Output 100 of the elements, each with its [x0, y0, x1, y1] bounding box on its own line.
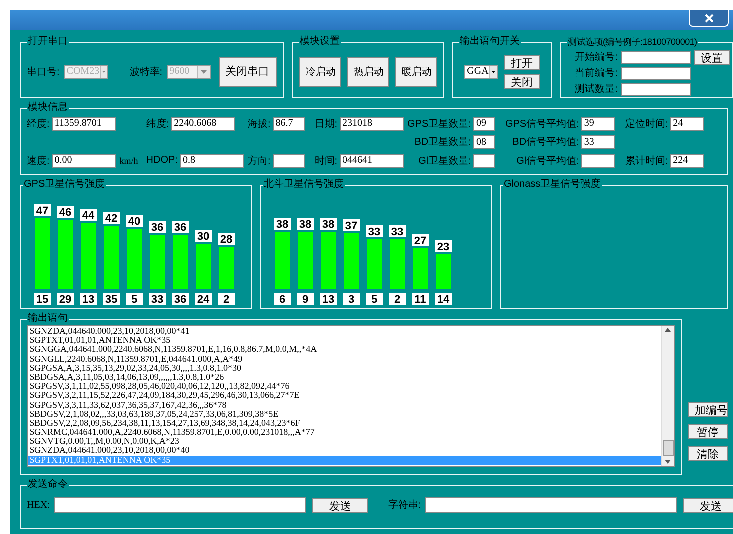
caret-icon — [100, 66, 107, 78]
input-field[interactable] — [621, 82, 691, 96]
caret-icon — [196, 66, 210, 78]
toggle-button[interactable]: 打开 — [504, 54, 540, 70]
start-button[interactable]: 暖启动 — [395, 56, 438, 86]
value-field[interactable]: 2240.6068 — [171, 116, 236, 130]
satellite-label: 9 — [297, 293, 314, 306]
x-tick-label: 2 — [394, 294, 401, 306]
scrollbar[interactable] — [661, 326, 674, 466]
field-label: 速度: — [27, 154, 50, 168]
value-label: 38 — [320, 218, 337, 231]
signal-bar — [196, 244, 211, 289]
value-label: 33 — [366, 226, 383, 238]
log-line[interactable]: $GNRMC,044641.000,A,2240.6068,N,11359.8701,E,0.00,0.00,231018,,,A*77 — [28, 428, 661, 438]
log-line[interactable]: $GNGLL,2240.6068,N,11359.8701,E,044641.000,A,A*49 — [28, 354, 661, 364]
field-label: 日期: — [314, 118, 338, 130]
x-tick-label: 5 — [371, 294, 378, 306]
value-label: 28 — [218, 233, 235, 246]
signal-bar — [219, 247, 234, 289]
start-button[interactable]: 冷启动 — [299, 56, 342, 86]
sentence-dropdown[interactable]: GGA — [464, 64, 498, 78]
log-button[interactable]: 清除 — [688, 446, 728, 461]
log-line[interactable]: $GPTXT,01,01,01,ANTENNA OK*35 — [28, 336, 661, 346]
value-field[interactable]: 09 — [473, 116, 496, 130]
value-field[interactable]: 39 — [581, 116, 616, 130]
value-label: 40 — [126, 215, 143, 228]
value-field[interactable] — [581, 154, 616, 168]
set-button[interactable]: 设置 — [694, 50, 730, 65]
field-label: GPS信号平均值: — [505, 118, 580, 130]
satellite-label: 35 — [103, 293, 120, 306]
field-label: Gl卫星数量: — [418, 154, 472, 168]
field-label: 测试数量: — [575, 82, 618, 96]
log-line[interactable]: $GNVTG,0.00,T,,M,0.00,N,0.00,K,A*23 — [28, 437, 661, 446]
value-field[interactable]: 33 — [581, 135, 616, 149]
panel-title: 打开串口 — [27, 36, 69, 48]
log-button[interactable]: 暂停 — [688, 424, 728, 439]
panel-title: 输出语句开关 — [459, 36, 522, 48]
field-label: 海拔: — [248, 118, 271, 130]
satellite-label: 5 — [366, 293, 383, 306]
signal-bar — [127, 229, 142, 289]
signal-bar — [35, 218, 50, 289]
log-line[interactable]: $BDGSV,2,2,08,09,56,234,38,11,13,154,27,13,69,348,38,14,24,043,23*6F — [28, 418, 661, 428]
close-icon — [704, 14, 714, 22]
log-line[interactable]: $GNGGA,044641.000,2240.6068,N,11359.8701,E,1,16,0.8,86.7,M,0.0,M,,*4A — [28, 345, 661, 355]
value-field[interactable]: 231018 — [340, 116, 404, 130]
satellite-label: 13 — [320, 293, 337, 306]
value-field[interactable]: 224 — [670, 154, 704, 168]
value-field[interactable] — [473, 154, 496, 168]
send-button[interactable]: 发送 — [683, 498, 733, 512]
value-label: 47 — [34, 204, 51, 218]
log-line[interactable]: $GPGSA,A,3,15,35,13,29,02,33,24,05,30,,,,1.3,0.8,1.0*30 — [28, 364, 661, 373]
signal-bar — [321, 232, 336, 289]
value-field[interactable] — [272, 154, 305, 168]
log-line[interactable]: $GPGSV,3,2,11,15,52,226,47,24,09,184,30,29,45,296,46,30,13,066,27*7E — [28, 391, 661, 400]
value-field[interactable]: 86.7 — [272, 116, 305, 130]
signal-bar — [150, 235, 165, 289]
field-label: 定位时间: — [625, 118, 668, 130]
input-field[interactable] — [621, 50, 691, 64]
string-label: 字符串: — [388, 498, 422, 512]
value-field[interactable]: 044641 — [340, 154, 404, 168]
value-label: 42 — [103, 212, 120, 225]
value-field[interactable]: 0.8 — [180, 154, 244, 168]
panel-title: GPS卫星信号强度 — [23, 179, 106, 191]
send-button[interactable]: 发送 — [312, 498, 368, 512]
signal-bar — [390, 240, 405, 289]
start-button[interactable]: 热启动 — [347, 56, 390, 86]
string-input[interactable] — [425, 497, 678, 513]
satellite-label: 6 — [274, 293, 291, 306]
value-field[interactable]: 0.00 — [52, 154, 116, 168]
toggle-button[interactable]: 关闭 — [504, 74, 540, 88]
value-field[interactable]: 11359.8701 — [52, 116, 116, 130]
panel-title: Glonass卫星信号强度 — [503, 179, 602, 191]
field-label: 当前编号: — [575, 66, 618, 80]
panel-title: 模块信息 — [27, 102, 69, 114]
signal-bar — [104, 226, 119, 289]
log-line[interactable]: $GNZDA,044641.000,23,10,2018,00,00*40 — [28, 446, 661, 456]
close-button[interactable] — [689, 10, 729, 27]
log-line[interactable]: $GNZDA,044640.000,23,10,2018,00,00*41 — [28, 327, 661, 336]
value-field[interactable]: 08 — [473, 135, 496, 149]
value-label: 27 — [412, 234, 429, 248]
value-label: 36 — [172, 221, 189, 234]
field-label: BD信号平均值: — [512, 136, 580, 149]
field-label: 开始编号: — [575, 50, 618, 64]
scroll-thumb[interactable] — [662, 440, 674, 456]
satellite-label: 3 — [343, 293, 360, 306]
log-line[interactable]: $BDGSA,A,3,11,05,03,14,06,13,09,,,,,,1.3,0.8,1.0*26 — [28, 372, 661, 382]
log-line[interactable]: $BDGSV,2,1,08,02,,,33,03,63,189,37,05,24,257,33,06,81,309,38*5E — [28, 410, 661, 419]
hex-input[interactable] — [54, 497, 306, 513]
panel-title: 北斗卫星信号强度 — [263, 179, 345, 191]
x-tick-label: 2 — [223, 294, 230, 306]
satellite-label: 14 — [435, 293, 452, 306]
log-button[interactable]: 加编号 — [688, 402, 728, 417]
signal-bar — [58, 220, 73, 289]
x-tick-label: 3 — [348, 294, 355, 306]
value-label: 38 — [297, 218, 314, 231]
value-field[interactable]: 24 — [670, 116, 704, 130]
log-line[interactable]: $GPGSV,3,1,11,02,55,098,28,05,46,020,40,06,12,120,,13,82,092,44*76 — [28, 382, 661, 392]
log-line[interactable]: $GPGSV,3,3,11,33,62,037,36,35,37,167,42,36,,,36*78 — [28, 400, 661, 410]
signal-bar — [81, 223, 96, 289]
input-field[interactable] — [621, 66, 691, 80]
